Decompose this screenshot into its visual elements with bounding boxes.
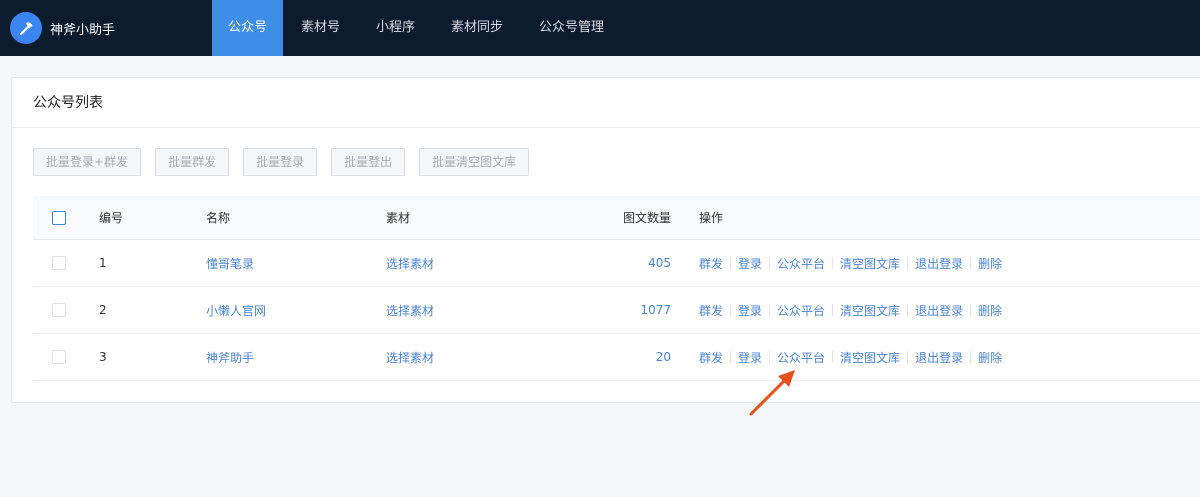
row-checkbox-cell	[52, 287, 66, 333]
header-ops: 操作	[699, 211, 724, 225]
row-checkbox[interactable]	[52, 256, 66, 270]
batch-clear-library-button[interactable]: 批量清空图文库	[419, 148, 530, 176]
login-action[interactable]: 登录	[738, 255, 762, 272]
select-material-link[interactable]: 选择素材	[386, 334, 434, 380]
nav-tab-material-accounts[interactable]: 素材号	[283, 0, 358, 56]
divider	[769, 351, 771, 363]
card-title: 公众号列表	[12, 78, 1200, 128]
article-count[interactable]: 1077	[640, 287, 671, 333]
table-header: 编号 名称 素材 图文数量 操作	[33, 196, 1200, 240]
logout-action[interactable]: 退出登录	[915, 349, 963, 366]
clear-library-action[interactable]: 清空图文库	[840, 255, 900, 272]
top-navbar: 神斧小助手 公众号 素材号 小程序 素材同步 公众号管理	[0, 0, 1200, 56]
delete-action[interactable]: 删除	[978, 349, 1002, 366]
batch-login-button[interactable]: 批量登录	[243, 148, 318, 176]
app-name: 神斧小助手	[50, 22, 116, 38]
send-action[interactable]: 群发	[699, 349, 723, 366]
account-name-link[interactable]: 神斧助手	[206, 334, 254, 380]
batch-send-button[interactable]: 批量群发	[155, 148, 230, 176]
logout-action[interactable]: 退出登录	[915, 302, 963, 319]
nav-tab-official-accounts[interactable]: 公众号	[212, 0, 283, 56]
article-count[interactable]: 20	[656, 334, 671, 380]
header-name: 名称	[206, 211, 231, 225]
divider	[730, 351, 732, 363]
header-count: 图文数量	[622, 211, 671, 225]
divider	[769, 257, 771, 269]
nav-tab-account-management[interactable]: 公众号管理	[521, 0, 622, 56]
account-table: 编号 名称 素材 图文数量 操作 1 懂哥笔录 选择素材 405 群发 登录 公…	[33, 196, 1200, 381]
row-num: 3	[99, 350, 107, 364]
account-list-card: 公众号列表 批量登录+群发 批量群发 批量登录 批量登出 批量清空图文库 编号 …	[11, 77, 1200, 403]
row-checkbox-cell	[52, 240, 66, 286]
divider	[970, 304, 972, 316]
divider	[730, 304, 732, 316]
table-row: 1 懂哥笔录 选择素材 405 群发 登录 公众平台 清空图文库 退出登录 删除	[33, 240, 1200, 287]
divider	[769, 304, 771, 316]
row-checkbox-cell	[52, 334, 66, 380]
annotation-arrow-icon	[749, 370, 795, 416]
select-material-link[interactable]: 选择素材	[386, 287, 434, 333]
batch-toolbar: 批量登录+群发 批量群发 批量登录 批量登出 批量清空图文库	[33, 148, 543, 176]
row-actions: 群发 登录 公众平台 清空图文库 退出登录 删除	[699, 240, 1002, 286]
main-nav: 公众号 素材号 小程序 素材同步 公众号管理	[212, 0, 622, 56]
table-row: 2 小懒人官网 选择素材 1077 群发 登录 公众平台 清空图文库 退出登录 …	[33, 287, 1200, 334]
brand[interactable]: 神斧小助手	[10, 12, 115, 44]
row-num: 2	[99, 303, 107, 317]
account-name-link[interactable]: 小懒人官网	[206, 287, 266, 333]
batch-login-and-send-button[interactable]: 批量登录+群发	[33, 148, 142, 176]
row-checkbox[interactable]	[52, 350, 66, 364]
divider	[730, 257, 732, 269]
platform-action[interactable]: 公众平台	[777, 349, 825, 366]
divider	[832, 257, 834, 269]
select-all-checkbox-cell	[52, 196, 66, 239]
batch-logout-button[interactable]: 批量登出	[331, 148, 406, 176]
platform-action[interactable]: 公众平台	[777, 255, 825, 272]
row-actions: 群发 登录 公众平台 清空图文库 退出登录 删除	[699, 287, 1002, 333]
account-name-link[interactable]: 懂哥笔录	[206, 240, 254, 286]
send-action[interactable]: 群发	[699, 255, 723, 272]
divider	[907, 257, 909, 269]
divider	[832, 351, 834, 363]
clear-library-action[interactable]: 清空图文库	[840, 349, 900, 366]
nav-tab-mini-programs[interactable]: 小程序	[358, 0, 433, 56]
delete-action[interactable]: 删除	[978, 302, 1002, 319]
header-num: 编号	[99, 211, 124, 225]
nav-tab-material-sync[interactable]: 素材同步	[433, 0, 521, 56]
login-action[interactable]: 登录	[738, 302, 762, 319]
axe-icon	[10, 12, 42, 44]
table-row: 3 神斧助手 选择素材 20 群发 登录 公众平台 清空图文库 退出登录 删除	[33, 334, 1200, 381]
divider	[832, 304, 834, 316]
article-count[interactable]: 405	[648, 240, 671, 286]
logout-action[interactable]: 退出登录	[915, 255, 963, 272]
send-action[interactable]: 群发	[699, 302, 723, 319]
row-checkbox[interactable]	[52, 303, 66, 317]
platform-action[interactable]: 公众平台	[777, 302, 825, 319]
divider	[970, 351, 972, 363]
delete-action[interactable]: 删除	[978, 255, 1002, 272]
divider	[970, 257, 972, 269]
header-material: 素材	[386, 211, 411, 225]
select-all-checkbox[interactable]	[52, 210, 66, 225]
login-action[interactable]: 登录	[738, 349, 762, 366]
row-num: 1	[99, 256, 107, 270]
divider	[907, 304, 909, 316]
divider	[907, 351, 909, 363]
clear-library-action[interactable]: 清空图文库	[840, 302, 900, 319]
select-material-link[interactable]: 选择素材	[386, 240, 434, 286]
